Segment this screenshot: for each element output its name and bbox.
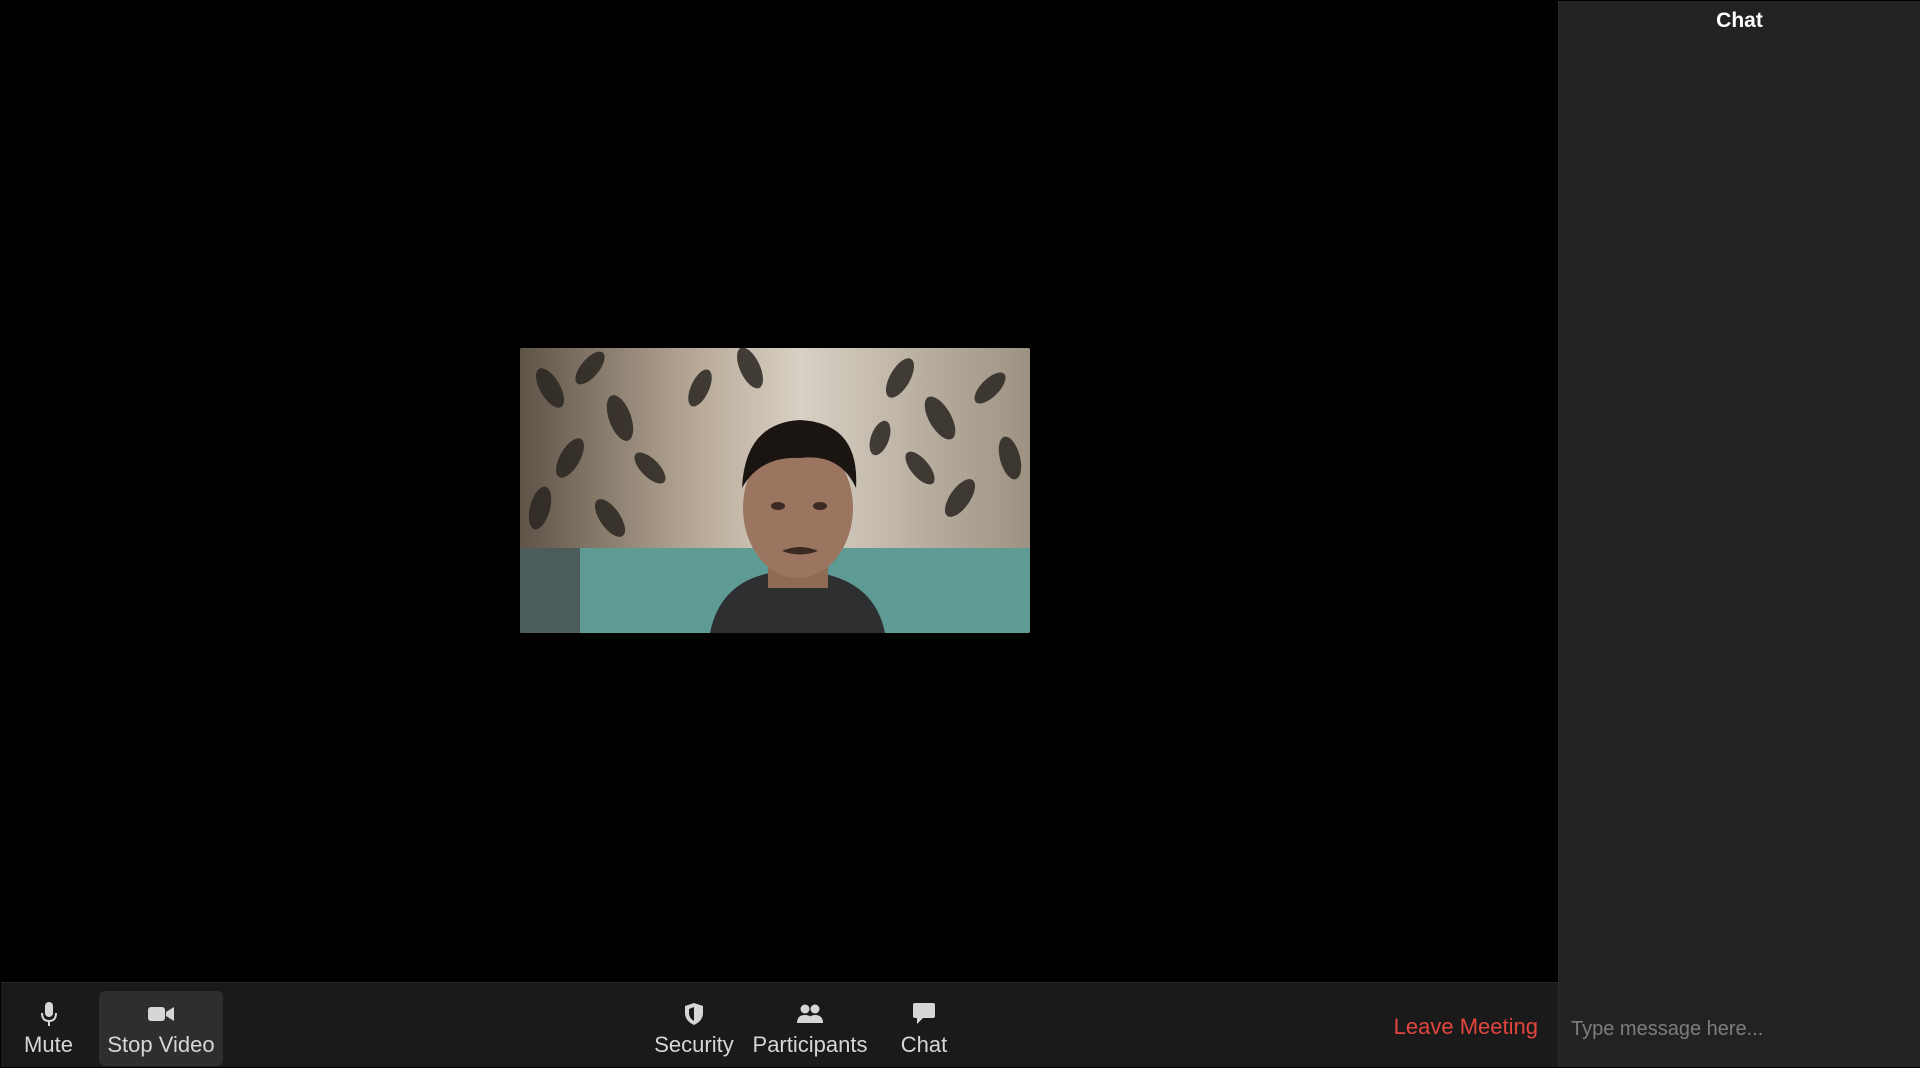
participants-button[interactable]: Participants — [751, 991, 869, 1066]
mute-button[interactable]: Mute — [11, 991, 86, 1066]
participants-label: Participants — [752, 1031, 868, 1057]
participants-icon — [794, 1000, 826, 1028]
chat-panel: Chat — [1558, 1, 1920, 1067]
security-label: Security — [654, 1031, 734, 1057]
meeting-toolbar: Mute Stop Video Security Participants Ch… — [1, 982, 1558, 1067]
mute-label: Mute — [24, 1031, 73, 1057]
shield-icon — [678, 1000, 710, 1028]
window-bottom-edge — [0, 1068, 1920, 1080]
chat-button[interactable]: Chat — [891, 991, 957, 1066]
participant-video-tile[interactable] — [520, 348, 1030, 633]
chat-panel-title: Chat — [1716, 9, 1763, 32]
stop-video-button[interactable]: Stop Video — [99, 991, 223, 1066]
meeting-stage — [1, 1, 1556, 981]
stop-video-label: Stop Video — [107, 1031, 215, 1057]
participant-video-frame — [520, 348, 1030, 633]
chat-message-input[interactable] — [1569, 1003, 1913, 1055]
chat-bubble-icon — [908, 1000, 940, 1028]
microphone-icon — [33, 1000, 65, 1028]
leave-meeting-button[interactable]: Leave Meeting — [1386, 1007, 1546, 1047]
zoom-meeting-window: Mute Stop Video Security Participants Ch… — [0, 0, 1920, 1080]
chat-label: Chat — [900, 1031, 948, 1057]
video-camera-icon — [145, 1000, 177, 1028]
security-button[interactable]: Security — [653, 991, 735, 1066]
